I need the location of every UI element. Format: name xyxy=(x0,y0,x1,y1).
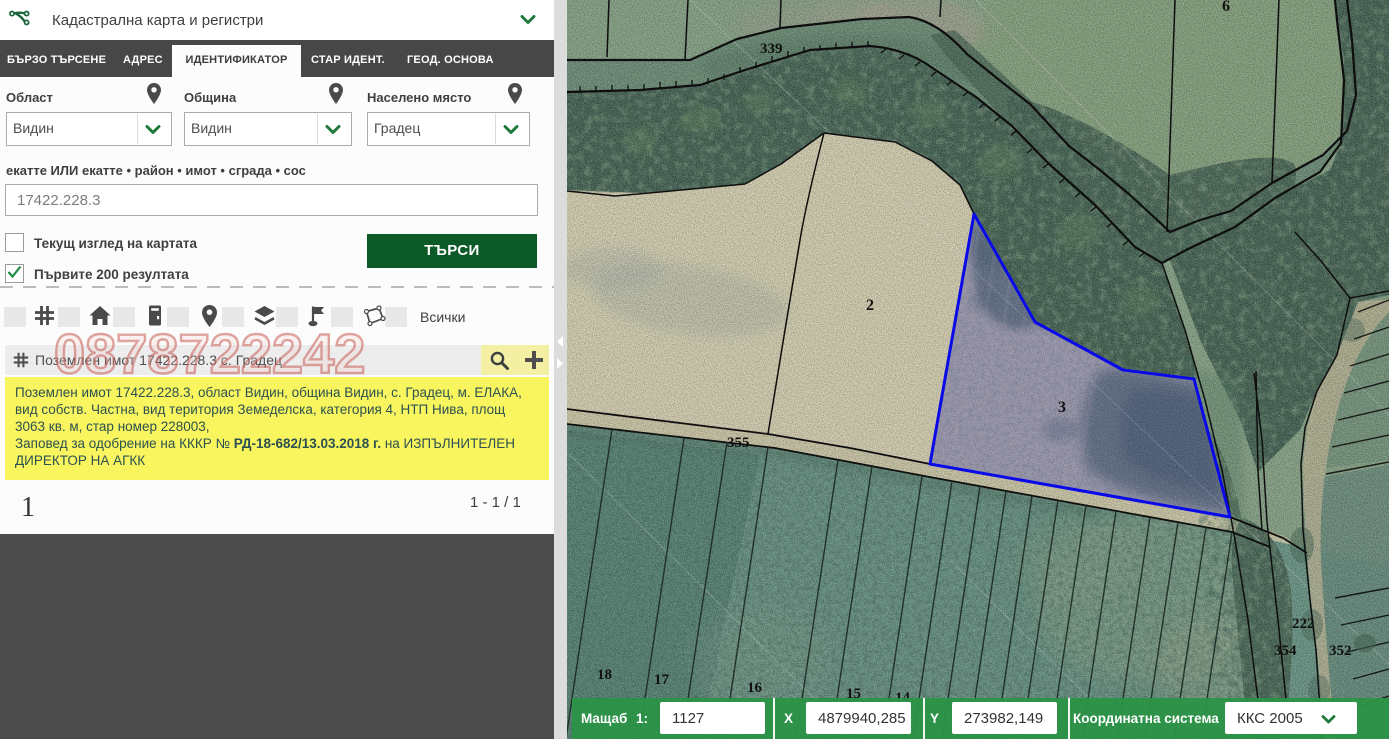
svg-text:339: 339 xyxy=(760,41,783,57)
svg-text:6: 6 xyxy=(1222,0,1230,15)
svg-text:2: 2 xyxy=(866,297,874,314)
svg-text:352: 352 xyxy=(1329,643,1352,659)
svg-text:18: 18 xyxy=(597,667,612,683)
svg-text:222: 222 xyxy=(1292,616,1315,632)
svg-text:17: 17 xyxy=(654,672,670,688)
svg-text:355: 355 xyxy=(727,435,750,451)
svg-text:354: 354 xyxy=(1274,643,1297,659)
svg-text:3: 3 xyxy=(1058,399,1066,416)
svg-text:16: 16 xyxy=(747,680,763,696)
